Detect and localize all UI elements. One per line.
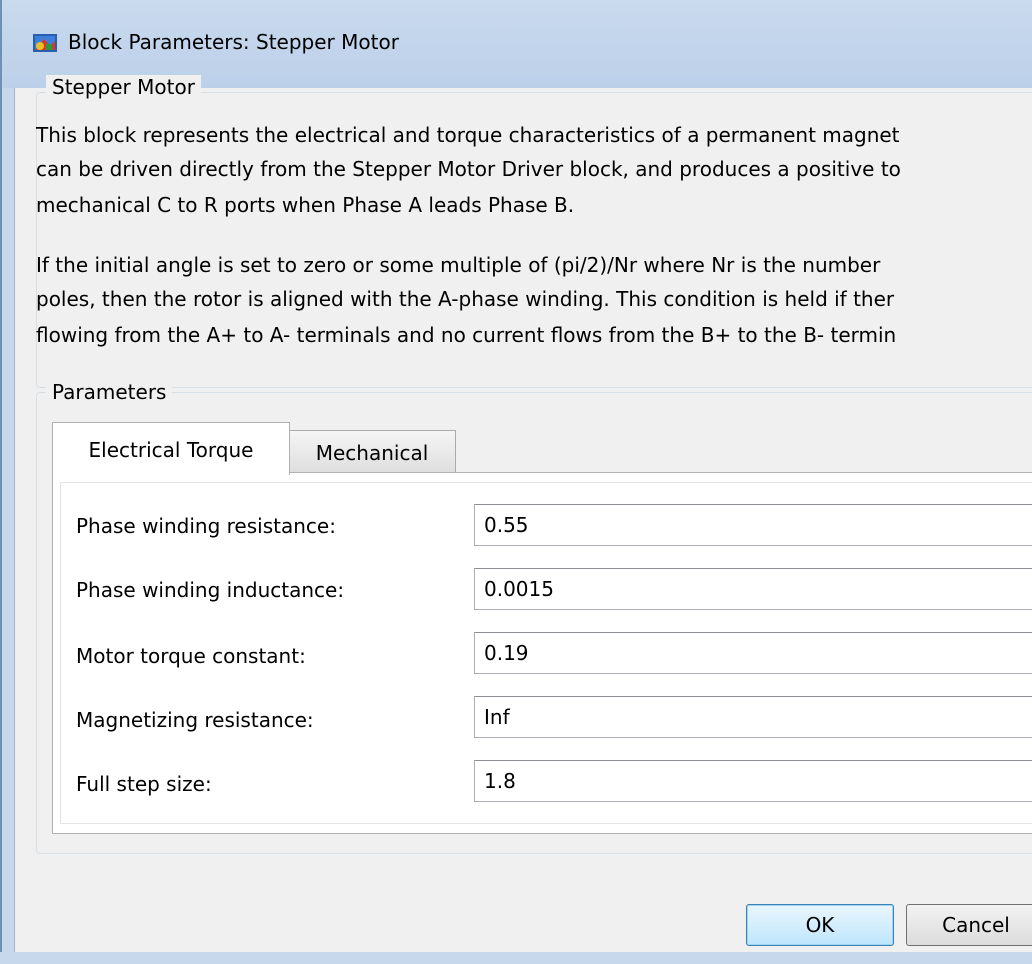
simulink-block-icon [33,34,57,52]
magnetizing-resistance-field[interactable] [474,696,1032,738]
magnetizing-resistance-label: Magnetizing resistance: [76,708,314,732]
window-title: Block Parameters: Stepper Motor [68,30,399,54]
ok-button[interactable]: OK [746,904,894,946]
description-line: poles, then the rotor is aligned with th… [36,287,895,311]
parameters-group-title: Parameters [46,380,173,404]
cancel-button[interactable]: Cancel [906,904,1032,946]
motor-torque-constant-field[interactable] [474,632,1032,674]
description-line: mechanical C to R ports when Phase A lea… [36,193,575,217]
description-line: This block represents the electrical and… [36,123,900,147]
full-step-size-label: Full step size: [76,772,212,796]
phase-winding-resistance-label: Phase winding resistance: [76,514,336,538]
tab-electrical-torque[interactable]: Electrical Torque [52,422,290,475]
description-line: can be driven directly from the Stepper … [36,157,901,181]
description-line: flowing from the A+ to A- terminals and … [36,323,897,347]
motor-torque-constant-label: Motor torque constant: [76,644,306,668]
tab-mechanical[interactable]: Mechanical [288,430,456,473]
phase-winding-inductance-field[interactable] [474,568,1032,610]
description-group-title: Stepper Motor [46,75,201,99]
description-line: If the initial angle is set to zero or s… [36,253,881,277]
phase-winding-inductance-label: Phase winding inductance: [76,578,345,602]
full-step-size-field[interactable] [474,760,1032,802]
phase-winding-resistance-field[interactable] [474,504,1032,546]
window-border [0,0,2,964]
window-bottom-border [0,952,1032,964]
block-parameters-dialog: Block Parameters: Stepper Motor Stepper … [0,0,1032,964]
